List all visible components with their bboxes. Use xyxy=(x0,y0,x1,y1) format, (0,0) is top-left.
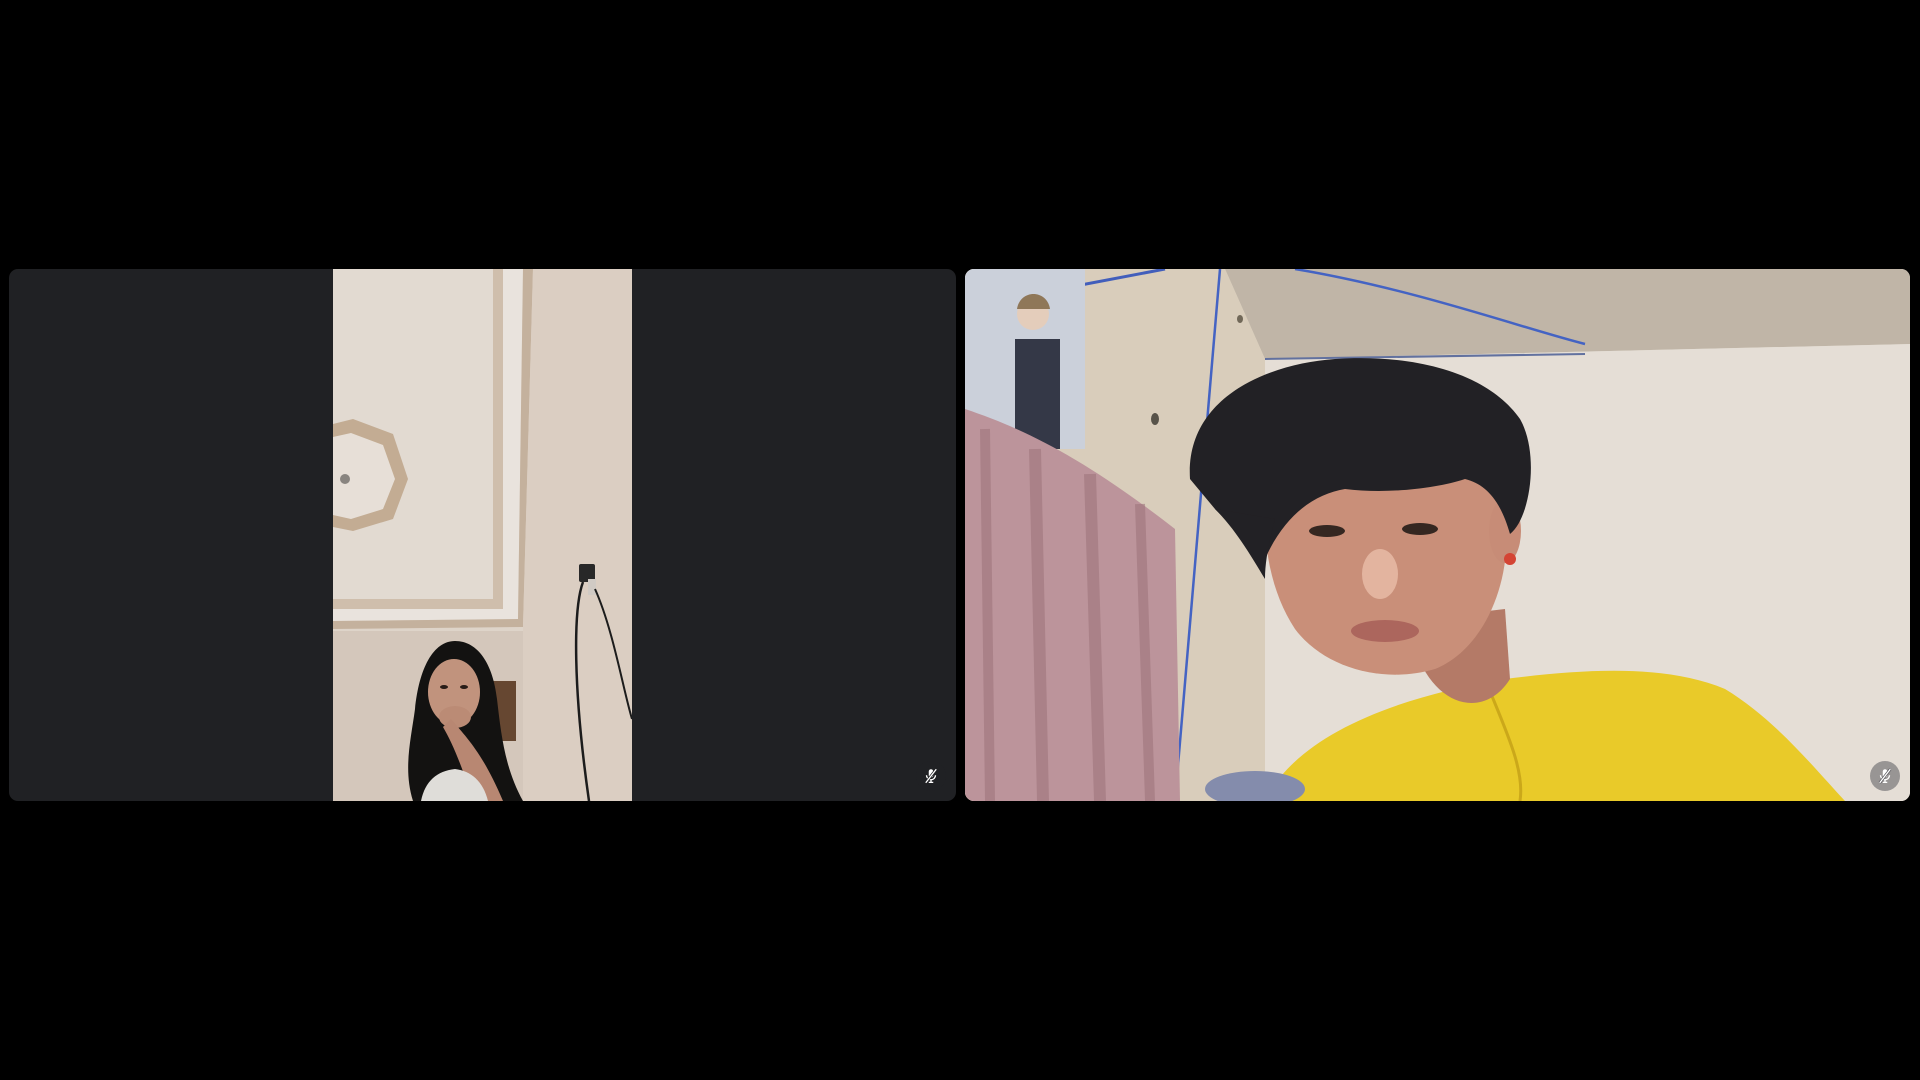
mic-off-indicator-2 xyxy=(1870,761,1900,791)
video-call-stage xyxy=(0,0,1920,1080)
mic-off-indicator-1 xyxy=(916,761,946,791)
participant-video-feed-1 xyxy=(333,269,632,801)
participant-video-feed-2 xyxy=(965,269,1910,801)
participant-tile-1[interactable] xyxy=(9,269,956,801)
participant-tile-2[interactable] xyxy=(965,269,1910,801)
mic-off-icon xyxy=(924,768,938,784)
mic-off-icon xyxy=(1878,768,1892,784)
